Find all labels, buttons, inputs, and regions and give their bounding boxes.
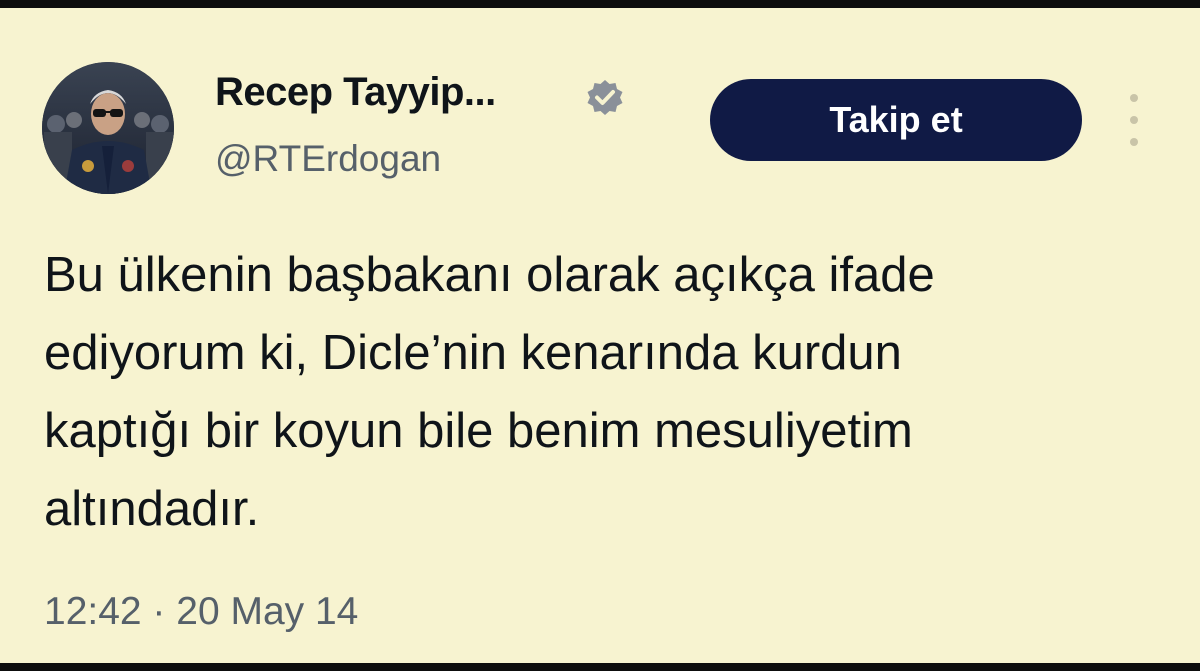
avatar[interactable] xyxy=(42,62,174,194)
more-dot xyxy=(1130,94,1138,102)
author-handle[interactable]: @RTErdogan xyxy=(215,138,441,180)
more-vertical-icon[interactable] xyxy=(1120,94,1148,146)
author-display-name[interactable]: Recep Tayyip... xyxy=(215,70,496,115)
tweet-card: Recep Tayyip... @RTErdogan Takip et Bu ü… xyxy=(0,8,1200,663)
tweet-text-line: ediyorum ki, Dicle’nin kenarında kurdun xyxy=(44,326,902,380)
tweet-text-line: altındadır. xyxy=(44,482,260,536)
verified-badge-icon xyxy=(584,78,626,120)
tweet-text: Bu ülkenin başbakanı olarak açıkça ifade… xyxy=(44,236,1174,548)
follow-button[interactable]: Takip et xyxy=(710,79,1082,161)
tweet-text-line: kaptığı bir koyun bile benim mesuliyetim xyxy=(44,404,913,458)
more-dot xyxy=(1130,116,1138,124)
more-dot xyxy=(1130,138,1138,146)
tweet-timestamp[interactable]: 12:42 · 20 May 14 xyxy=(44,590,358,634)
tweet-text-line: Bu ülkenin başbakanı olarak açıkça ifade xyxy=(44,248,935,302)
